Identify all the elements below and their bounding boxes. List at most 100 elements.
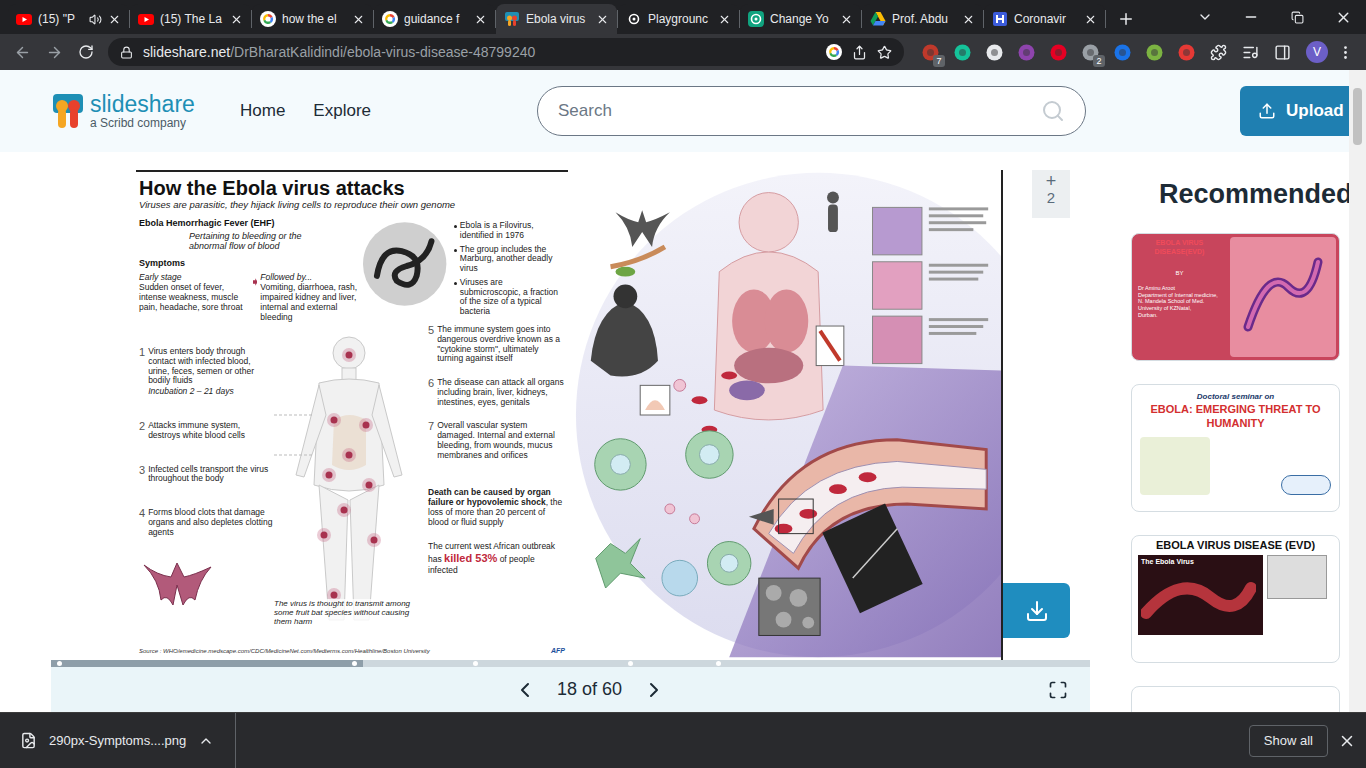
forward-button[interactable] [40,38,68,66]
extension-button[interactable] [982,40,1006,64]
restore-icon [1291,11,1304,24]
nav-link[interactable]: Explore [313,98,371,124]
extension-button[interactable] [950,40,974,64]
chevron-down-icon [1197,9,1213,25]
browser-tab[interactable]: guidance f [374,4,495,34]
extension-button[interactable] [1270,40,1294,64]
kebab-menu-icon [1337,44,1354,61]
arrow-icon [253,271,258,293]
slide-progress-fill [51,660,363,667]
browser-tab[interactable]: (15) "P [8,4,129,34]
browser-tab[interactable]: Playgrounc [618,4,739,34]
browser-tab[interactable]: (15) The La [130,4,251,34]
bookmark-count: 2 [1047,190,1055,206]
close-tab-icon[interactable] [840,13,853,26]
symptoms-heading: Symptoms [139,257,362,271]
step-number: 6 [428,378,434,407]
credit: AFP [551,646,565,657]
show-all-button[interactable]: Show all [1249,725,1328,757]
progress-marker [473,661,478,666]
card-title: EBOLA VIRUS DISEASE (EVD) [1138,539,1333,552]
restore-button[interactable] [1274,0,1320,34]
step-text: Infected cells transport the virus throu… [148,465,274,485]
extension-button[interactable] [1174,40,1198,64]
audio-playing-icon[interactable] [89,13,102,26]
tab-title: Ebola virus [526,10,590,28]
close-tab-icon[interactable] [1084,13,1097,26]
extension-button[interactable]: 2 [1078,40,1102,64]
bookmark-star-icon[interactable] [877,45,892,60]
download-item[interactable]: 290px-Symptoms....png [0,713,236,768]
tab-title: Playgrounc [648,10,712,28]
extension-button[interactable] [1206,40,1230,64]
next-slide-icon[interactable] [642,678,666,702]
close-tab-icon[interactable] [718,13,731,26]
browser-tab[interactable]: Change Yo [740,4,861,34]
step-number: 4 [139,508,145,537]
fact-item: Ebola is a Filovirus, identified in 1976 [454,221,565,241]
infographic-step: 6The disease can attack all organs inclu… [428,378,565,407]
outbreak-note: The current west African outbreak has ki… [428,541,565,575]
close-tab-icon[interactable] [352,13,365,26]
omnibox[interactable]: slideshare.net/DrBharatKalidindi/ebola-v… [108,38,904,66]
url-text: slideshare.net/DrBharatKalidindi/ebola-v… [143,42,816,63]
openai-icon [626,11,642,27]
extension-icon [1114,44,1131,61]
browser-tab[interactable]: Prof. Abdu [862,4,983,34]
profile-avatar[interactable]: V [1306,41,1328,63]
extension-button[interactable] [1238,40,1262,64]
page: slidesharea Scribd companyHome Explore Sea… [0,70,1349,712]
browser-tab[interactable]: how the el [252,4,373,34]
slide-viewer: How the Ebola virus attacksViruses are p… [0,152,1090,712]
fruit-bat-icon [139,555,214,625]
slide-progress-bar[interactable] [51,660,1090,667]
chevron-up-icon[interactable] [198,733,214,749]
minimize-button[interactable] [1228,0,1274,34]
search-icon[interactable] [1041,99,1065,123]
new-tab-button[interactable] [1112,5,1140,33]
menu-button[interactable] [1332,38,1358,66]
recommended-sidebar: RecommendedEBOLA VIRUS DISEASE(EVD)BYDr … [1090,152,1353,712]
extension-button[interactable]: 7 [918,40,942,64]
close-tab-icon[interactable] [230,13,243,26]
fullscreen-icon[interactable] [1048,680,1068,700]
file-icon [20,732,37,749]
share-icon[interactable] [852,45,867,60]
progress-marker [628,661,633,666]
recommended-card[interactable]: Doctoral seminar onEBOLA: EMERGING THREA… [1131,384,1340,512]
browser-tab[interactable]: Ebola virus [496,4,617,34]
document-icon [992,11,1008,27]
infographic: How the Ebola virus attacksViruses are p… [136,170,568,660]
previous-slide-icon[interactable] [513,678,537,702]
scrollbar-thumb[interactable] [1353,88,1362,145]
extension-badge: 7 [933,55,945,67]
close-tab-icon[interactable] [108,13,121,26]
back-button[interactable] [8,38,36,66]
extension-button[interactable] [1046,40,1070,64]
bookmark-ribbon[interactable]: +2 [1032,170,1070,218]
extension-button[interactable] [1110,40,1134,64]
extension-button[interactable] [1142,40,1166,64]
step-text: Attacks immune system, destroys white bl… [148,421,274,441]
close-tab-icon[interactable] [474,13,487,26]
slideshare-logo[interactable]: slidesharea Scribd company [52,92,240,130]
reload-button[interactable] [72,38,100,66]
scrollbar[interactable] [1349,70,1366,712]
ebola-pathology-illustration [571,170,1001,660]
recommended-card[interactable]: EBOLA VIRUS DISEASE(EVD)BYDr Aminu Aroot… [1131,233,1340,361]
tab-strip: (15) "P(15) The Lahow the elguidance f Eb… [0,0,1366,34]
extension-icon [1050,44,1067,61]
nav-link[interactable]: Home [240,98,285,124]
browser-tab[interactable]: Coronavir [984,4,1105,34]
close-window-button[interactable] [1320,0,1366,34]
close-shelf-button[interactable] [1330,732,1364,750]
upload-button[interactable]: Upload [1240,86,1349,136]
close-tab-icon[interactable] [962,13,975,26]
recommended-card[interactable]: EBOLA VIRUS DISEASE (EVD)The Ebola Virus [1131,535,1340,663]
tab-search-button[interactable] [1182,0,1228,34]
search-field[interactable]: Search [537,86,1086,136]
close-tab-icon[interactable] [596,13,609,26]
download-button[interactable] [1003,583,1070,638]
infographic-step: 3Infected cells transport the virus thro… [139,465,274,485]
extension-button[interactable] [1014,40,1038,64]
